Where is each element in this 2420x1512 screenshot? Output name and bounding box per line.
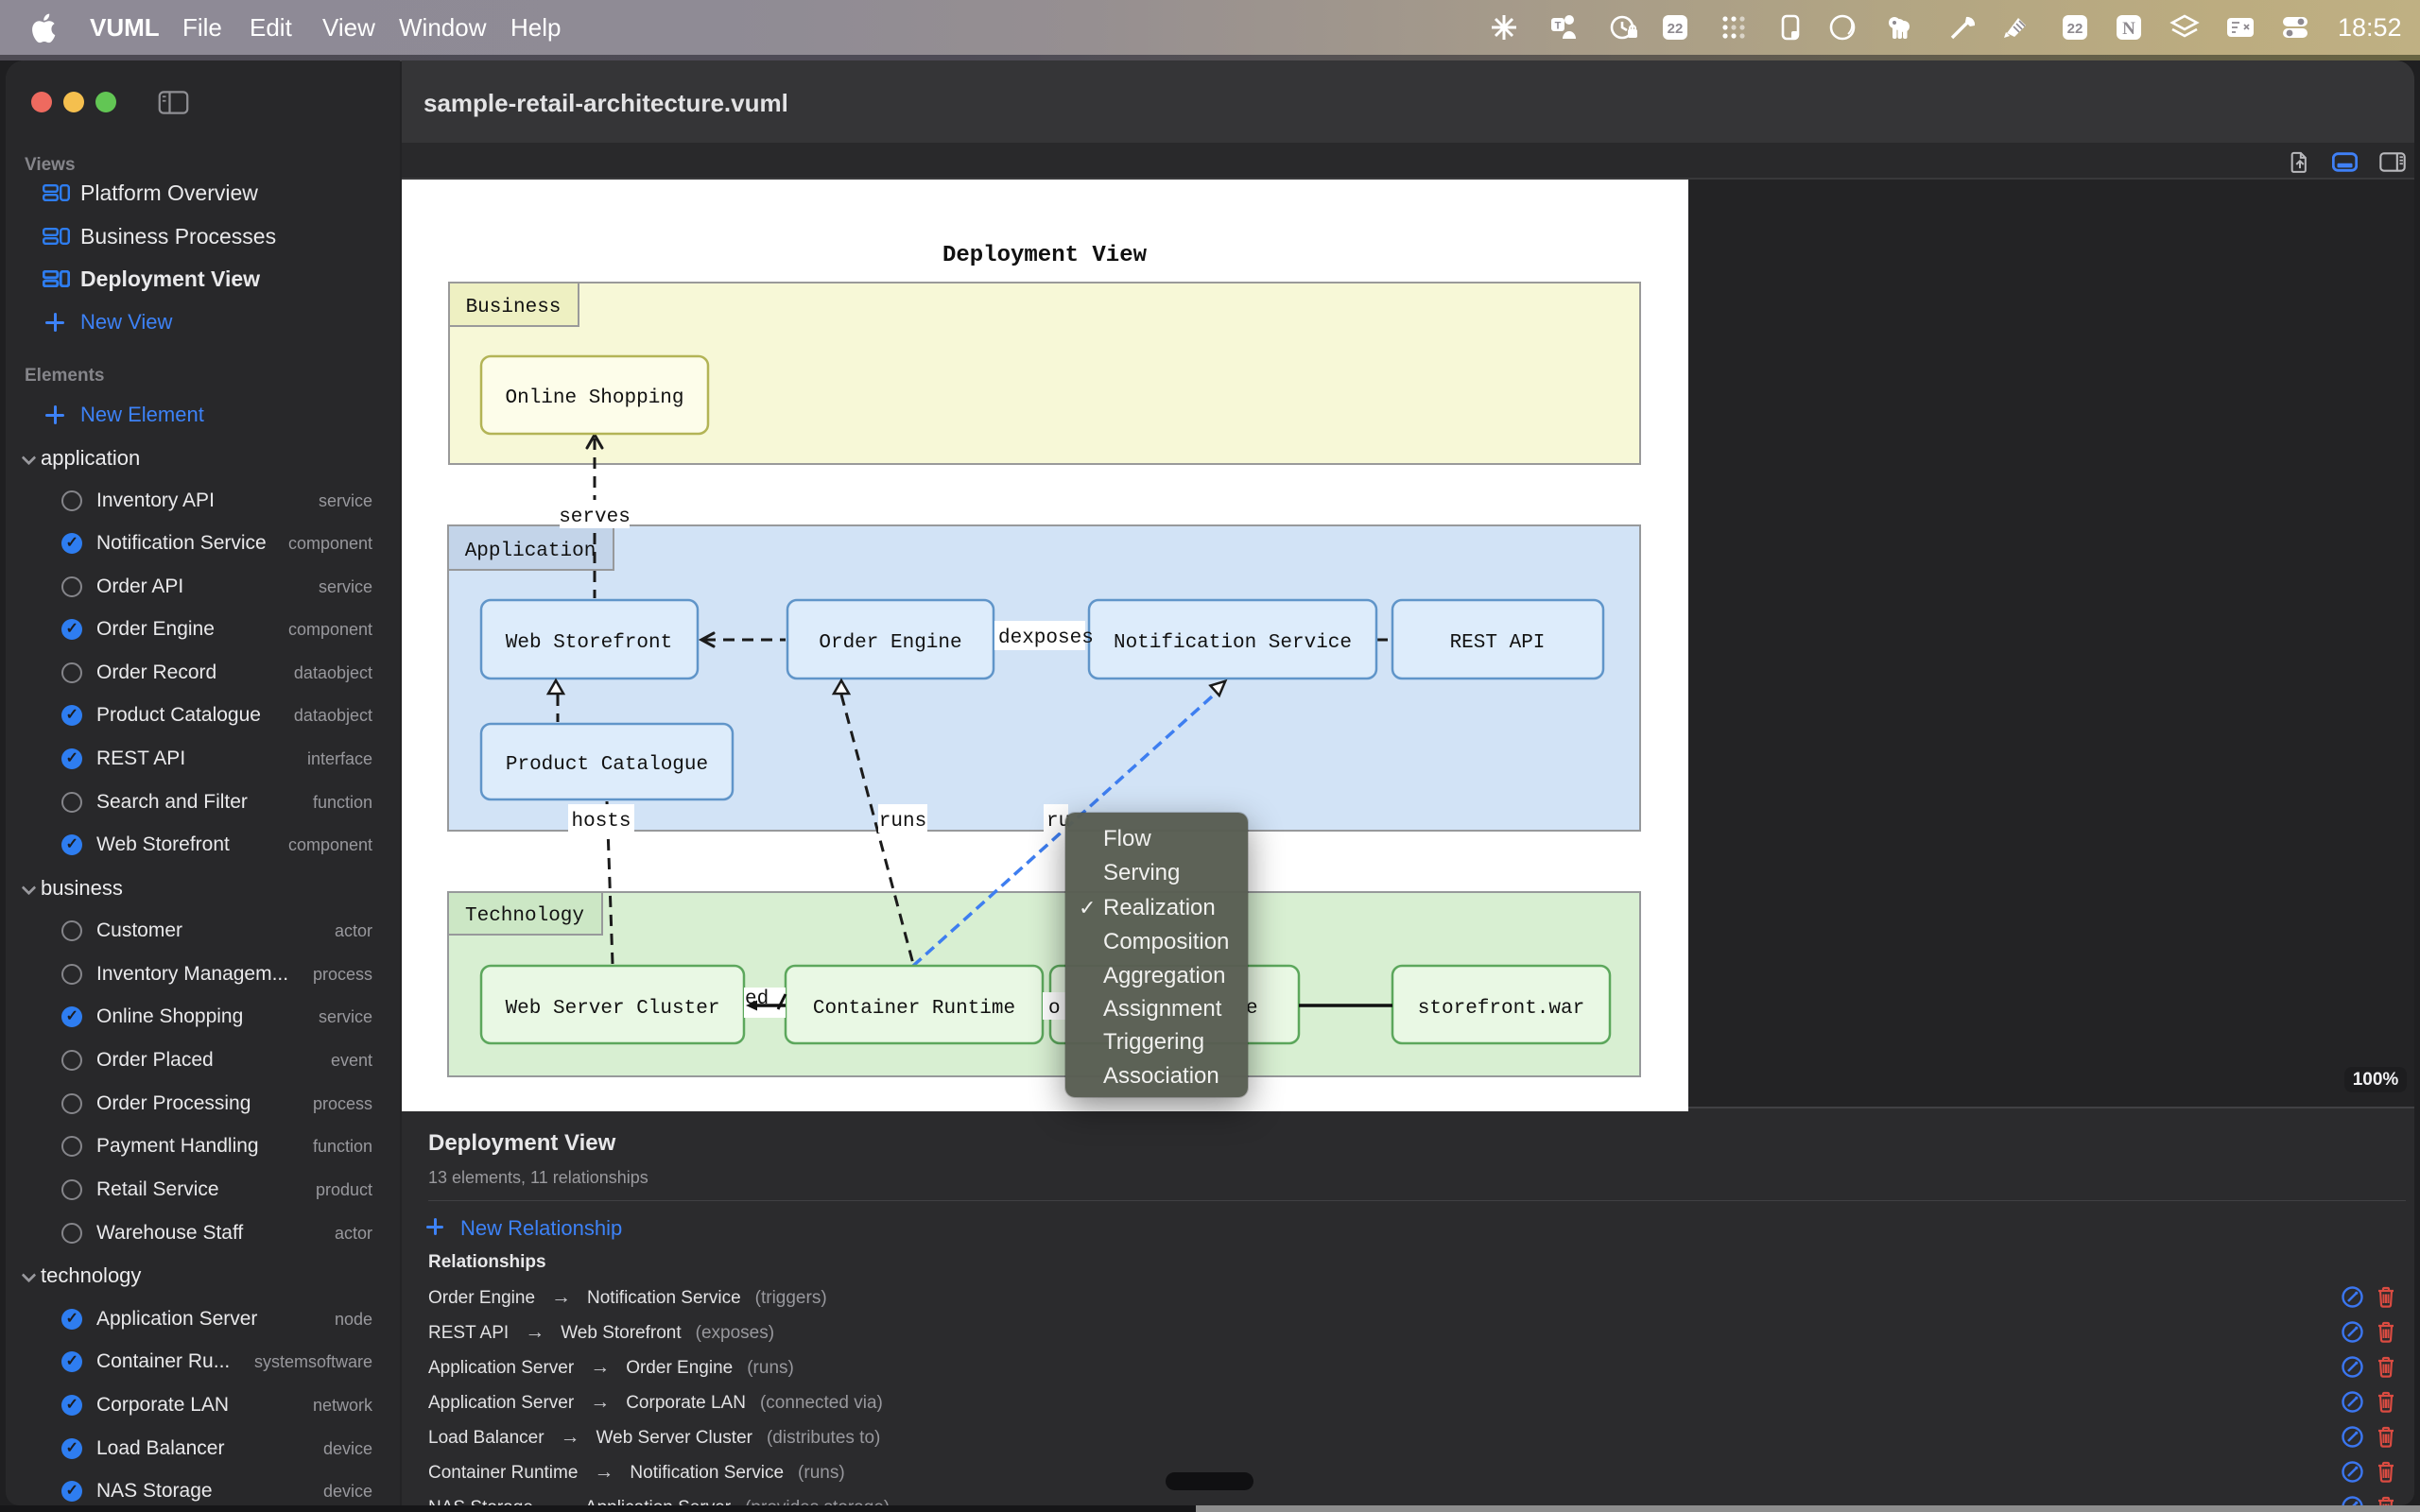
- svg-text:22: 22: [2067, 21, 2083, 37]
- svg-text:22: 22: [1668, 21, 1684, 37]
- svg-text:serves: serves: [559, 507, 631, 528]
- svg-text:hosts: hosts: [571, 811, 631, 833]
- svg-text:Application: Application: [465, 541, 596, 562]
- svg-text:Online Shopping: Online Shopping: [505, 387, 683, 409]
- svg-text:N: N: [2122, 19, 2135, 39]
- svg-text:storefront.war: storefront.war: [1418, 998, 1584, 1020]
- svg-text:Web Storefront: Web Storefront: [506, 632, 672, 654]
- svg-text:REST API: REST API: [1450, 632, 1546, 654]
- svg-text:Product Catalogue: Product Catalogue: [506, 754, 708, 776]
- svg-text:T: T: [1555, 21, 1562, 32]
- svg-text:Order Engine: Order Engine: [819, 632, 961, 654]
- svg-text:Business: Business: [466, 297, 562, 318]
- svg-text:dexposes: dexposes: [998, 627, 1094, 649]
- svg-text:Deployment View: Deployment View: [942, 243, 1148, 268]
- svg-text:Container Runtime: Container Runtime: [813, 998, 1015, 1020]
- svg-text:Web Server Cluster: Web Server Cluster: [506, 998, 720, 1020]
- svg-text:o: o: [1048, 998, 1061, 1020]
- svg-text:Technology: Technology: [465, 905, 584, 927]
- svg-text:runs: runs: [879, 811, 926, 833]
- svg-text:Notification Service: Notification Service: [1114, 632, 1352, 654]
